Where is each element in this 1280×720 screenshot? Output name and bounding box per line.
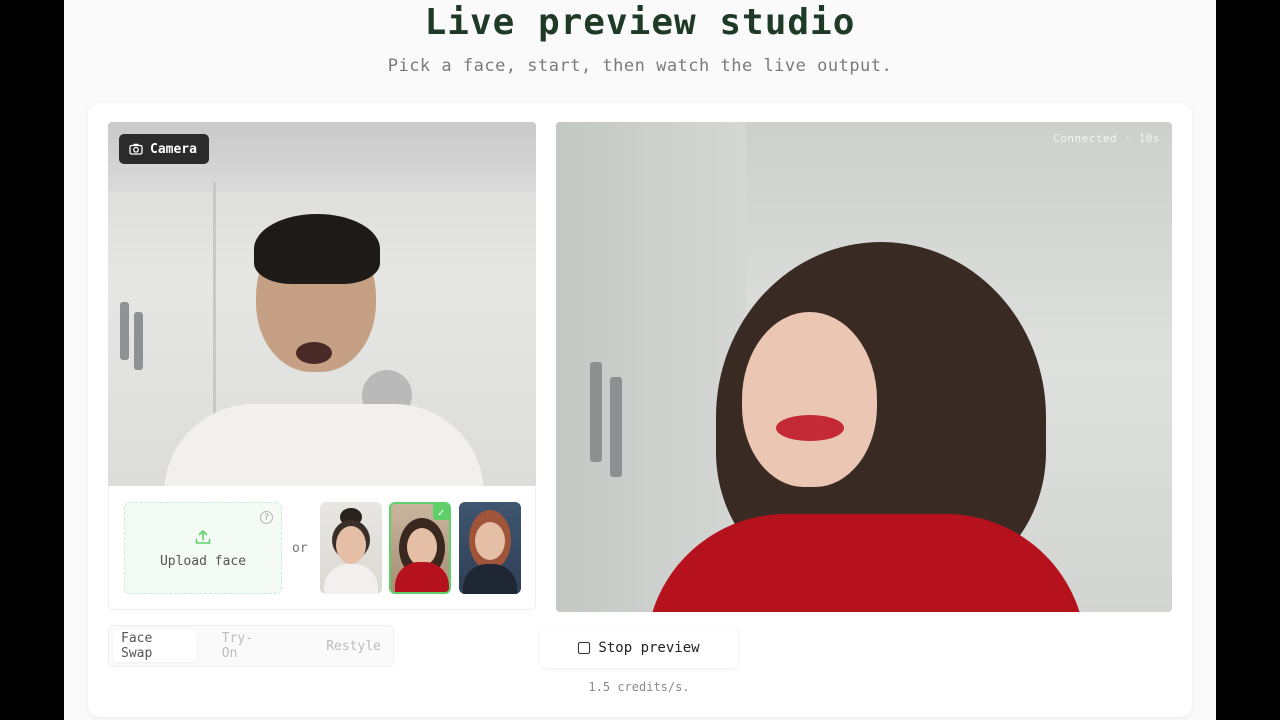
mode-tabs: Face Swap Try-On Restyle xyxy=(108,625,394,667)
camera-badge: Camera xyxy=(119,134,209,164)
door-handle xyxy=(610,377,622,477)
upload-face-button[interactable]: ? Upload face xyxy=(124,502,282,594)
selected-check-icon: ✓ xyxy=(433,504,449,520)
face-option-1[interactable] xyxy=(320,502,382,594)
stop-preview-button[interactable]: Stop preview xyxy=(540,628,738,668)
door-handle xyxy=(134,312,143,370)
person-mouth xyxy=(296,342,332,364)
studio-card: Camera ? Upload face or ✓ Connected · 10… xyxy=(88,103,1192,717)
or-separator: or xyxy=(292,541,308,556)
camera-badge-label: Camera xyxy=(150,141,197,157)
person-shirt xyxy=(164,404,484,486)
person-hair xyxy=(254,214,380,284)
credits-rate: 1.5 credits/s. xyxy=(588,680,690,694)
live-output: Connected · 10s xyxy=(556,122,1172,612)
page-subtitle: Pick a face, start, then watch the live … xyxy=(387,56,893,76)
stop-icon xyxy=(578,642,591,654)
output-face xyxy=(742,312,877,487)
connection-status: Connected · 10s xyxy=(1053,132,1160,145)
face-option-2[interactable]: ✓ xyxy=(389,502,451,594)
tab-try-on[interactable]: Try-On xyxy=(214,630,274,662)
tab-restyle[interactable]: Restyle xyxy=(318,630,389,662)
upload-icon xyxy=(194,528,212,550)
face-picker: ? Upload face or ✓ xyxy=(108,486,536,610)
tab-face-swap[interactable]: Face Swap xyxy=(113,630,196,662)
camera-feed xyxy=(108,122,536,486)
page-title: Live preview studio xyxy=(424,2,856,43)
door-handle xyxy=(120,302,129,360)
camera-icon xyxy=(129,143,143,155)
help-icon[interactable]: ? xyxy=(260,511,273,524)
face-option-3[interactable] xyxy=(459,502,521,594)
page: Live preview studio Pick a face, start, … xyxy=(64,0,1216,720)
stop-preview-label: Stop preview xyxy=(598,640,700,656)
upload-face-label: Upload face xyxy=(159,553,247,569)
door-handle xyxy=(590,362,602,462)
output-lips xyxy=(776,415,844,441)
